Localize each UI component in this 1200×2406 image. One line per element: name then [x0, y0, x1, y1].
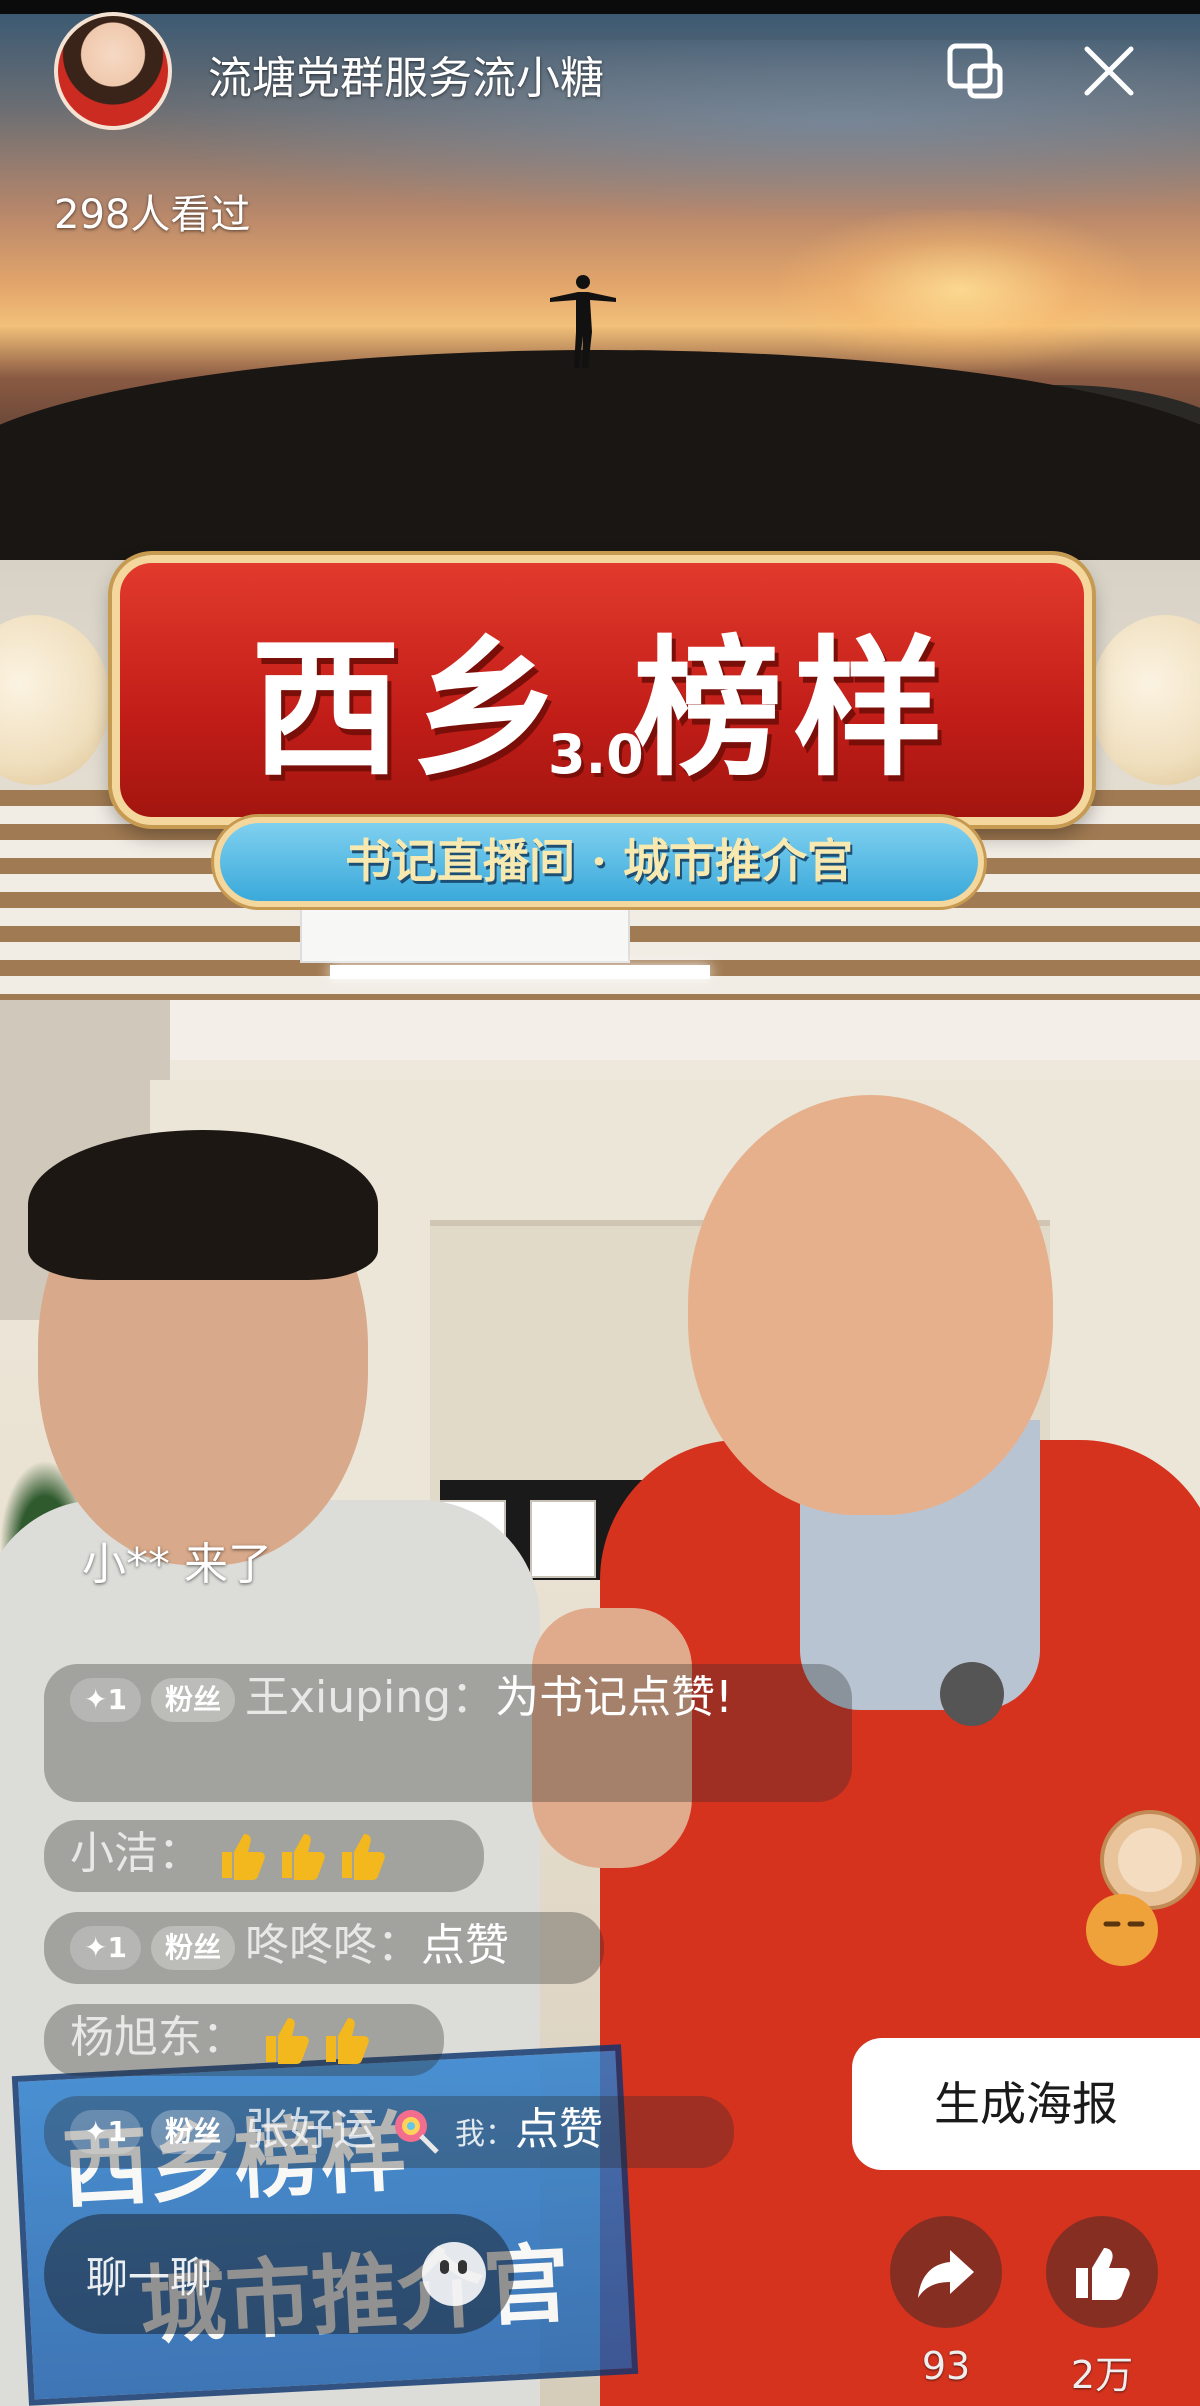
chat-input-bar[interactable]: 聊一聊: [44, 2214, 514, 2334]
left-person-hair: [28, 1130, 378, 1280]
like-button[interactable]: [1046, 2216, 1158, 2328]
banner-subtitle: 书记直播间 · 城市推介官: [214, 817, 984, 907]
thumbs-up-emoji-icon: [326, 2018, 369, 2064]
float-window-icon: [947, 43, 1003, 99]
fan-level-badge: ✦1: [70, 1678, 141, 1722]
emoji-picker-icon[interactable]: [422, 2242, 486, 2306]
chat-message: 小洁：: [44, 1820, 484, 1892]
close-button[interactable]: [1074, 36, 1144, 106]
join-notice: 小** 来了: [82, 1539, 272, 1590]
person-silhouette: [550, 275, 616, 368]
chat-username[interactable]: 张好运: [245, 2104, 377, 2155]
chat-text: 为书记点赞!: [495, 1672, 733, 1723]
float-window-button[interactable]: [940, 36, 1010, 106]
status-strip: [0, 0, 1200, 14]
thumbs-up-emoji-icon: [222, 1834, 265, 1880]
thumbs-up-icon: [1076, 2248, 1130, 2300]
chat-username[interactable]: 杨旭东：: [70, 2012, 246, 2063]
host-name[interactable]: 流塘党群服务流小糖: [208, 42, 604, 106]
counter-sign: [530, 1500, 596, 1578]
right-person-face: [688, 1095, 1053, 1515]
like-count: 2万: [1070, 2353, 1134, 2397]
host-avatar[interactable]: [54, 12, 172, 130]
chat-username[interactable]: 王xiuping：: [245, 1672, 495, 1723]
cloud-ornament-left: [0, 615, 110, 785]
live-stream-view: 西乡榜样 城市推介官 西乡 榜样 3.0 书记直播间 · 城市推介官 流塘党群服…: [0, 0, 1200, 2406]
share-count: 93: [921, 2344, 971, 2388]
banner-version: 3.0: [548, 723, 644, 786]
fan-level-badge: ✦1: [70, 2110, 141, 2154]
fan-badge: 粉丝: [150, 1926, 235, 1970]
cloud-ornament-right: [1090, 615, 1200, 785]
generate-poster-button[interactable]: 生成海报: [852, 2038, 1200, 2170]
mascot-sticker-icon[interactable]: [1050, 1800, 1200, 1970]
event-banner: 西乡 榜样 3.0 书记直播间 · 城市推介官: [0, 555, 1200, 925]
chat-message: ✦1 粉丝 张好运 我：点赞: [44, 2096, 734, 2168]
thumbs-up-emoji-icon: [282, 1834, 325, 1880]
sun-glow: [780, 210, 1140, 370]
fan-badge: 粉丝: [150, 2110, 235, 2154]
view-count: 298人看过: [54, 192, 251, 238]
thumbs-up-emoji-icon: [342, 1834, 385, 1880]
close-icon: [1084, 46, 1134, 96]
banner-red-plaque: 西乡 榜样 3.0: [112, 555, 1092, 825]
chat-username[interactable]: 咚咚咚：: [245, 1920, 421, 1971]
chat-text: 点赞: [420, 1920, 509, 1971]
ceiling-light: [330, 965, 710, 979]
chat-text: 点赞: [514, 2104, 603, 2155]
self-tag: 我：: [454, 2117, 515, 2152]
lollipop-icon: [394, 2110, 439, 2154]
lapel-mic: [940, 1662, 1004, 1726]
chat-message: ✦1 粉丝 咚咚咚：点赞: [44, 1912, 604, 1984]
chat-username[interactable]: 小洁：: [70, 1828, 202, 1879]
fan-badge: 粉丝: [150, 1678, 235, 1722]
thumbs-up-emoji-icon: [266, 2018, 309, 2064]
ceiling-edge: [0, 1000, 1200, 1060]
chat-message: 杨旭东：: [44, 2004, 444, 2076]
fan-level-badge: ✦1: [70, 1926, 141, 1970]
chat-message: ✦1 粉丝 王xiuping：为书记点赞!: [44, 1664, 852, 1802]
share-arrow-icon: [918, 2250, 974, 2298]
chat-input-placeholder[interactable]: 聊一聊: [86, 2244, 212, 2305]
share-button[interactable]: [890, 2216, 1002, 2328]
